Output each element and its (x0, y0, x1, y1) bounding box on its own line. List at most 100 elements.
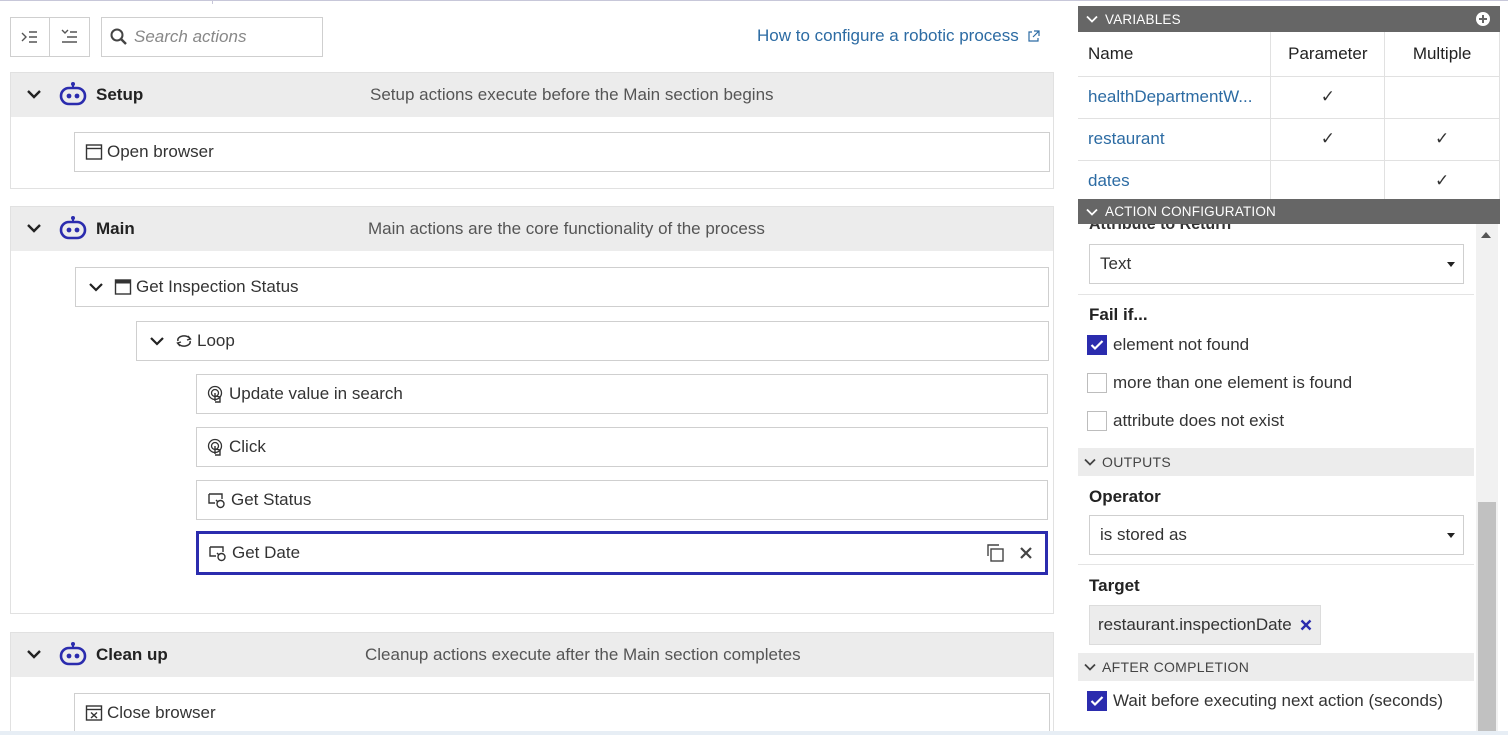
setup-title: Setup (96, 85, 144, 104)
chevron-down-icon[interactable] (25, 85, 43, 103)
target-chip[interactable]: restaurant.inspectionDate (1089, 605, 1321, 645)
cleanup-section-header[interactable]: Clean up Cleanup actions execute after t… (11, 633, 1053, 677)
checkmark-icon (1090, 340, 1104, 351)
variable-parameter (1270, 160, 1386, 203)
table-row[interactable]: restaurant ✓ ✓ (1078, 118, 1500, 161)
chevron-down-icon[interactable] (1084, 456, 1096, 468)
scrollbar-thumb[interactable] (1478, 502, 1496, 735)
help-link-label[interactable]: How to configure a robotic process (757, 26, 1019, 46)
variables-table: Name Parameter Multiple healthDepartment… (1078, 32, 1500, 203)
collapse-all-icon (61, 29, 77, 43)
caret-down-icon (1447, 533, 1455, 538)
add-variable-icon[interactable] (1475, 11, 1491, 27)
after-completion-title: AFTER COMPLETION (1102, 659, 1250, 675)
chevron-down-icon[interactable] (1086, 206, 1098, 218)
chevron-down-icon[interactable] (1086, 13, 1098, 25)
fail-option-element-not-found[interactable]: element not found (1087, 335, 1249, 355)
checkbox-checked[interactable] (1087, 335, 1107, 355)
robot-icon (59, 216, 87, 240)
variables-title: VARIABLES (1105, 11, 1181, 27)
process-editor: How to configure a robotic process Setup… (0, 4, 1066, 735)
main-section-header[interactable]: Main Main actions are the core functiona… (11, 207, 1053, 251)
action-configuration-header[interactable]: ACTION CONFIGURATION (1078, 199, 1500, 224)
table-header-row: Name Parameter Multiple (1078, 32, 1500, 77)
variable-parameter: ✓ (1270, 76, 1386, 119)
action-configuration-body: Attribute to Return Text Fail if... elem… (1078, 224, 1474, 735)
outputs-title: OUTPUTS (1102, 454, 1171, 470)
variable-name[interactable]: healthDepartmentW... (1078, 76, 1272, 119)
loop-label: Loop (197, 331, 235, 350)
action-get-status[interactable]: Get Status (196, 480, 1048, 520)
outputs-header[interactable]: OUTPUTS (1078, 448, 1474, 476)
action-tools (985, 543, 1033, 563)
loop-block[interactable]: Loop (136, 321, 1049, 361)
action-open-browser[interactable]: Open browser (74, 132, 1050, 172)
search-icon (110, 28, 127, 45)
column-header-name[interactable]: Name (1078, 32, 1272, 77)
variable-multiple: ✓ (1384, 118, 1500, 161)
remove-icon[interactable] (1300, 619, 1312, 631)
collapse-all-button[interactable] (50, 17, 90, 57)
fail-option-attribute-missing[interactable]: attribute does not exist (1087, 411, 1284, 431)
config-scrollbar[interactable] (1476, 224, 1498, 735)
attribute-value: Text (1100, 254, 1132, 273)
chevron-down-icon[interactable] (149, 333, 165, 349)
action-label: Get Status (231, 490, 312, 509)
action-close-browser[interactable]: Close browser (74, 693, 1050, 733)
column-header-multiple[interactable]: Multiple (1384, 32, 1500, 77)
group-get-inspection-status[interactable]: Get Inspection Status (75, 267, 1049, 307)
cleanup-title: Clean up (96, 645, 168, 664)
action-label: Get Date (232, 543, 301, 562)
robot-icon (59, 82, 87, 106)
side-panel: VARIABLES Name Parameter Multiple health… (1078, 6, 1500, 735)
caret-down-icon (1447, 262, 1455, 267)
chevron-down-icon[interactable] (88, 279, 104, 295)
table-row[interactable]: healthDepartmentW... ✓ (1078, 76, 1500, 119)
checkbox-label: attribute does not exist (1113, 411, 1285, 430)
group-label: Get Inspection Status (136, 277, 299, 296)
checkbox-unchecked[interactable] (1087, 411, 1107, 431)
chevron-down-icon[interactable] (25, 219, 43, 237)
variable-multiple: ✓ (1384, 160, 1500, 203)
checkbox-unchecked[interactable] (1087, 373, 1107, 393)
wait-before-next-option[interactable]: Wait before executing next action (secon… (1087, 691, 1443, 711)
action-configuration-title: ACTION CONFIGURATION (1105, 204, 1276, 219)
action-click[interactable]: Click (196, 427, 1048, 467)
operator-label: Operator (1089, 487, 1161, 506)
cleanup-section: Clean up Cleanup actions execute after t… (10, 632, 1054, 735)
help-link[interactable]: How to configure a robotic process (757, 26, 1040, 46)
operator-select[interactable]: is stored as (1089, 515, 1464, 555)
get-element-icon (207, 491, 227, 509)
editor-toolbar (10, 17, 90, 57)
variable-name[interactable]: dates (1078, 160, 1272, 203)
touch-icon (207, 385, 225, 403)
chevron-down-icon[interactable] (25, 645, 43, 663)
column-header-parameter[interactable]: Parameter (1270, 32, 1386, 77)
after-completion-header[interactable]: AFTER COMPLETION (1078, 653, 1474, 681)
variable-parameter: ✓ (1270, 118, 1386, 161)
table-row[interactable]: dates ✓ (1078, 160, 1500, 203)
attribute-select[interactable]: Text (1089, 244, 1464, 284)
search-box[interactable] (101, 17, 323, 57)
variable-name[interactable]: restaurant (1078, 118, 1272, 161)
external-link-icon (1028, 29, 1040, 42)
fail-if-label: Fail if... (1089, 305, 1148, 324)
expand-all-button[interactable] (10, 17, 50, 57)
checkbox-checked[interactable] (1087, 691, 1107, 711)
setup-section-header[interactable]: Setup Setup actions execute before the M… (11, 73, 1053, 117)
close-icon[interactable] (1019, 546, 1033, 560)
action-label: Close browser (107, 703, 216, 722)
browser-tab-icon (114, 278, 132, 296)
checkbox-label: element not found (1113, 335, 1250, 354)
variables-header[interactable]: VARIABLES (1078, 6, 1500, 32)
action-update-value[interactable]: Update value in search (196, 374, 1048, 414)
fail-option-more-than-one[interactable]: more than one element is found (1087, 373, 1352, 393)
action-label: Update value in search (229, 384, 403, 403)
scroll-up-arrow-icon[interactable] (1480, 230, 1492, 240)
chevron-down-icon[interactable] (1084, 661, 1096, 673)
search-input[interactable] (134, 27, 314, 47)
duplicate-icon[interactable] (985, 543, 1005, 563)
divider (1078, 564, 1474, 565)
setup-section: Setup Setup actions execute before the M… (10, 72, 1054, 189)
action-get-date[interactable]: Get Date (196, 531, 1048, 575)
